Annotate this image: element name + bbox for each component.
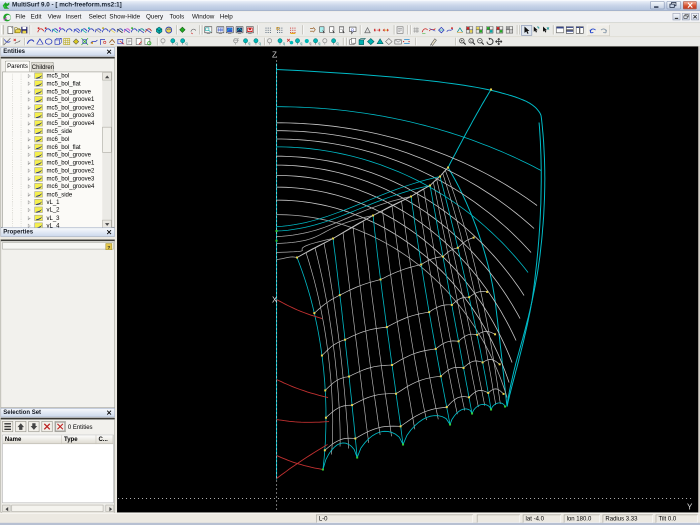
svg-text:q: q	[185, 41, 187, 45]
svg-text:q: q	[309, 41, 311, 45]
svg-text:Q: Q	[470, 39, 473, 43]
svg-text:Q: Q	[351, 28, 354, 32]
svg-text:q: q	[248, 41, 250, 45]
svg-text:q: q	[175, 41, 177, 45]
svg-text:q: q	[318, 41, 320, 45]
svg-text:q: q	[336, 41, 338, 45]
svg-text:Y: Y	[687, 503, 693, 512]
svg-text:q: q	[300, 41, 302, 45]
svg-text:q: q	[258, 41, 260, 45]
svg-text:q: q	[282, 41, 284, 45]
svg-text:Z: Z	[272, 50, 277, 59]
